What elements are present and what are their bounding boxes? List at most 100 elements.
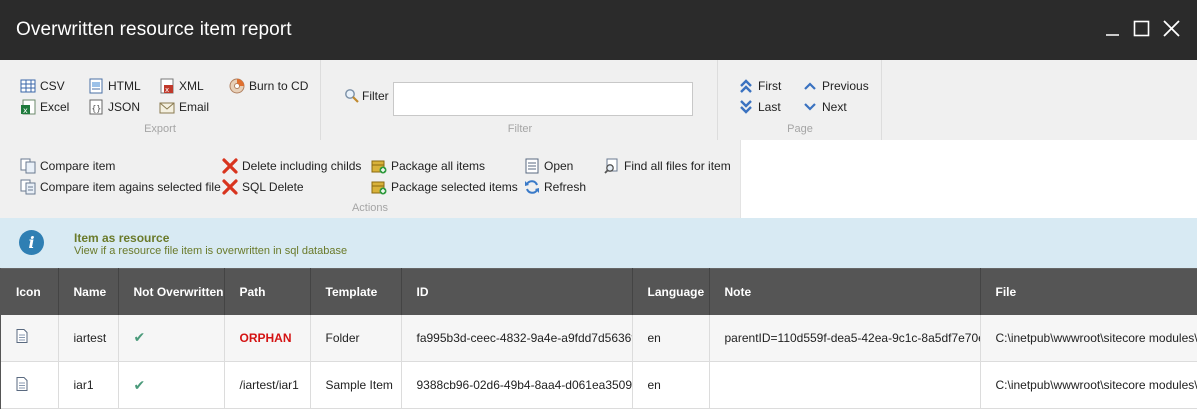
filter-input[interactable] [393,82,693,116]
info-bar [0,218,1197,268]
refresh-label: Refresh [544,180,587,194]
info-icon: i [19,230,44,255]
package-all-button[interactable]: Package all items [371,157,485,175]
column-header-template[interactable]: Template [310,268,402,315]
cell-template: Sample Item [310,361,402,409]
filter-field-label: Filter [344,88,389,104]
minimize-button[interactable] [1103,18,1125,40]
json-icon: {} [88,99,104,115]
minimize-icon [1106,34,1119,36]
chevron-up-icon [802,78,818,94]
export-excel-label: Excel [40,100,70,114]
window-title: Overwritten resource item report [16,19,292,40]
search-icon [344,88,360,104]
compare-selected-label: Compare item agains selected file [40,180,221,194]
cell-note: parentID=110d559f-dea5-42ea-9c1c-8a5df7e… [709,314,981,362]
compare-selected-button[interactable]: Compare item agains selected file [20,178,221,196]
close-icon [1163,20,1180,37]
cell-id: 9388cb96-02d6-49b4-8aa4-d061ea350973 [401,361,633,409]
package-icon [371,158,387,174]
export-email-label: Email [179,100,210,114]
page-last-button[interactable]: Last [738,98,781,116]
maximize-button[interactable] [1131,18,1153,40]
table-row[interactable]: iartest ✔ ORPHAN Folder fa995b3d-ceec-48… [1,314,1197,362]
export-html-button[interactable]: HTML [88,77,141,95]
results-table: Icon Name Not Overwritten Path Template … [0,268,1197,409]
document-icon [16,376,28,391]
divider [881,60,882,140]
column-header-file[interactable]: File [980,268,1197,315]
sql-delete-button[interactable]: SQL Delete [222,178,304,196]
refresh-button[interactable]: Refresh [524,178,586,196]
table-row[interactable]: iar1 ✔ /iartest/iar1 Sample Item 9388cb9… [1,361,1197,409]
compare-icon [20,158,36,174]
find-all-files-button[interactable]: Find all files for item [604,157,731,175]
delete-icon [222,179,238,195]
export-group-label: Export [144,123,176,135]
cell-template: Folder [310,314,402,362]
svg-text:{}: {} [92,104,102,113]
export-xml-label: XML [179,79,204,93]
refresh-icon [524,179,540,195]
package-selected-button[interactable]: Package selected items [371,178,518,196]
info-title: Item as resource [74,231,170,245]
column-header-path[interactable]: Path [224,268,311,315]
double-chevron-down-icon [738,99,754,115]
column-header-language[interactable]: Language [632,268,710,315]
info-subtitle: View if a resource file item is overwrit… [74,245,348,257]
export-json-label: JSON [108,100,141,114]
page-first-button[interactable]: First [738,77,781,95]
delete-including-childs-label: Delete including childs [242,159,362,173]
title-bar: Overwritten resource item report [0,0,1197,60]
export-xml-button[interactable]: x XML [159,77,204,95]
cell-name: iar1 [58,361,119,409]
delete-icon [222,158,238,174]
cell-path: ORPHAN [239,330,292,345]
export-email-button[interactable]: Email [159,98,209,116]
open-label: Open [544,159,574,173]
double-chevron-up-icon [738,78,754,94]
export-excel-button[interactable]: x Excel [20,98,69,116]
page-group-label: Page [787,123,813,135]
check-icon: ✔ [133,329,146,346]
excel-icon: x [20,99,36,115]
cell-name: iartest [58,314,119,362]
filter-group-label: Filter [507,123,533,135]
cell-path: /iartest/iar1 [224,361,311,409]
export-csv-label: CSV [40,79,65,93]
compare-item-button[interactable]: Compare item [20,157,115,175]
delete-including-childs-button[interactable]: Delete including childs [222,157,361,175]
column-header-name[interactable]: Name [58,268,119,315]
cell-file: C:\inetpub\wwwroot\sitecore modules\item… [980,314,1197,362]
filter-label-text: Filter [362,89,389,103]
column-header-not-overwritten[interactable]: Not Overwritten [118,268,225,315]
maximize-icon [1133,20,1150,37]
cell-note [709,361,981,409]
svg-text:x: x [165,86,169,94]
page-next-button[interactable]: Next [802,98,847,116]
burn-to-cd-button[interactable]: Burn to CD [229,77,308,95]
page-previous-button[interactable]: Previous [802,77,869,95]
compare-file-icon [20,179,36,195]
column-header-id[interactable]: ID [401,268,633,315]
find-files-icon [604,158,620,174]
export-csv-button[interactable]: CSV [20,77,65,95]
open-button[interactable]: Open [524,157,573,175]
xml-icon: x [159,78,175,94]
page-previous-label: Previous [822,79,869,93]
page-next-label: Next [822,100,847,114]
email-icon [159,99,175,115]
cell-language: en [632,361,710,409]
column-header-note[interactable]: Note [709,268,981,315]
ribbon: CSV x Excel HTML {} JSON x XML Email Bur… [0,60,1197,218]
csv-icon [20,78,36,94]
page-last-label: Last [758,100,781,114]
column-header-icon[interactable]: Icon [1,268,59,315]
export-json-button[interactable]: {} JSON [88,98,140,116]
package-selected-label: Package selected items [391,180,518,194]
check-icon: ✔ [133,376,146,393]
find-all-files-label: Find all files for item [624,159,731,173]
divider [717,60,718,140]
close-button[interactable] [1161,18,1183,40]
chevron-down-icon [802,99,818,115]
